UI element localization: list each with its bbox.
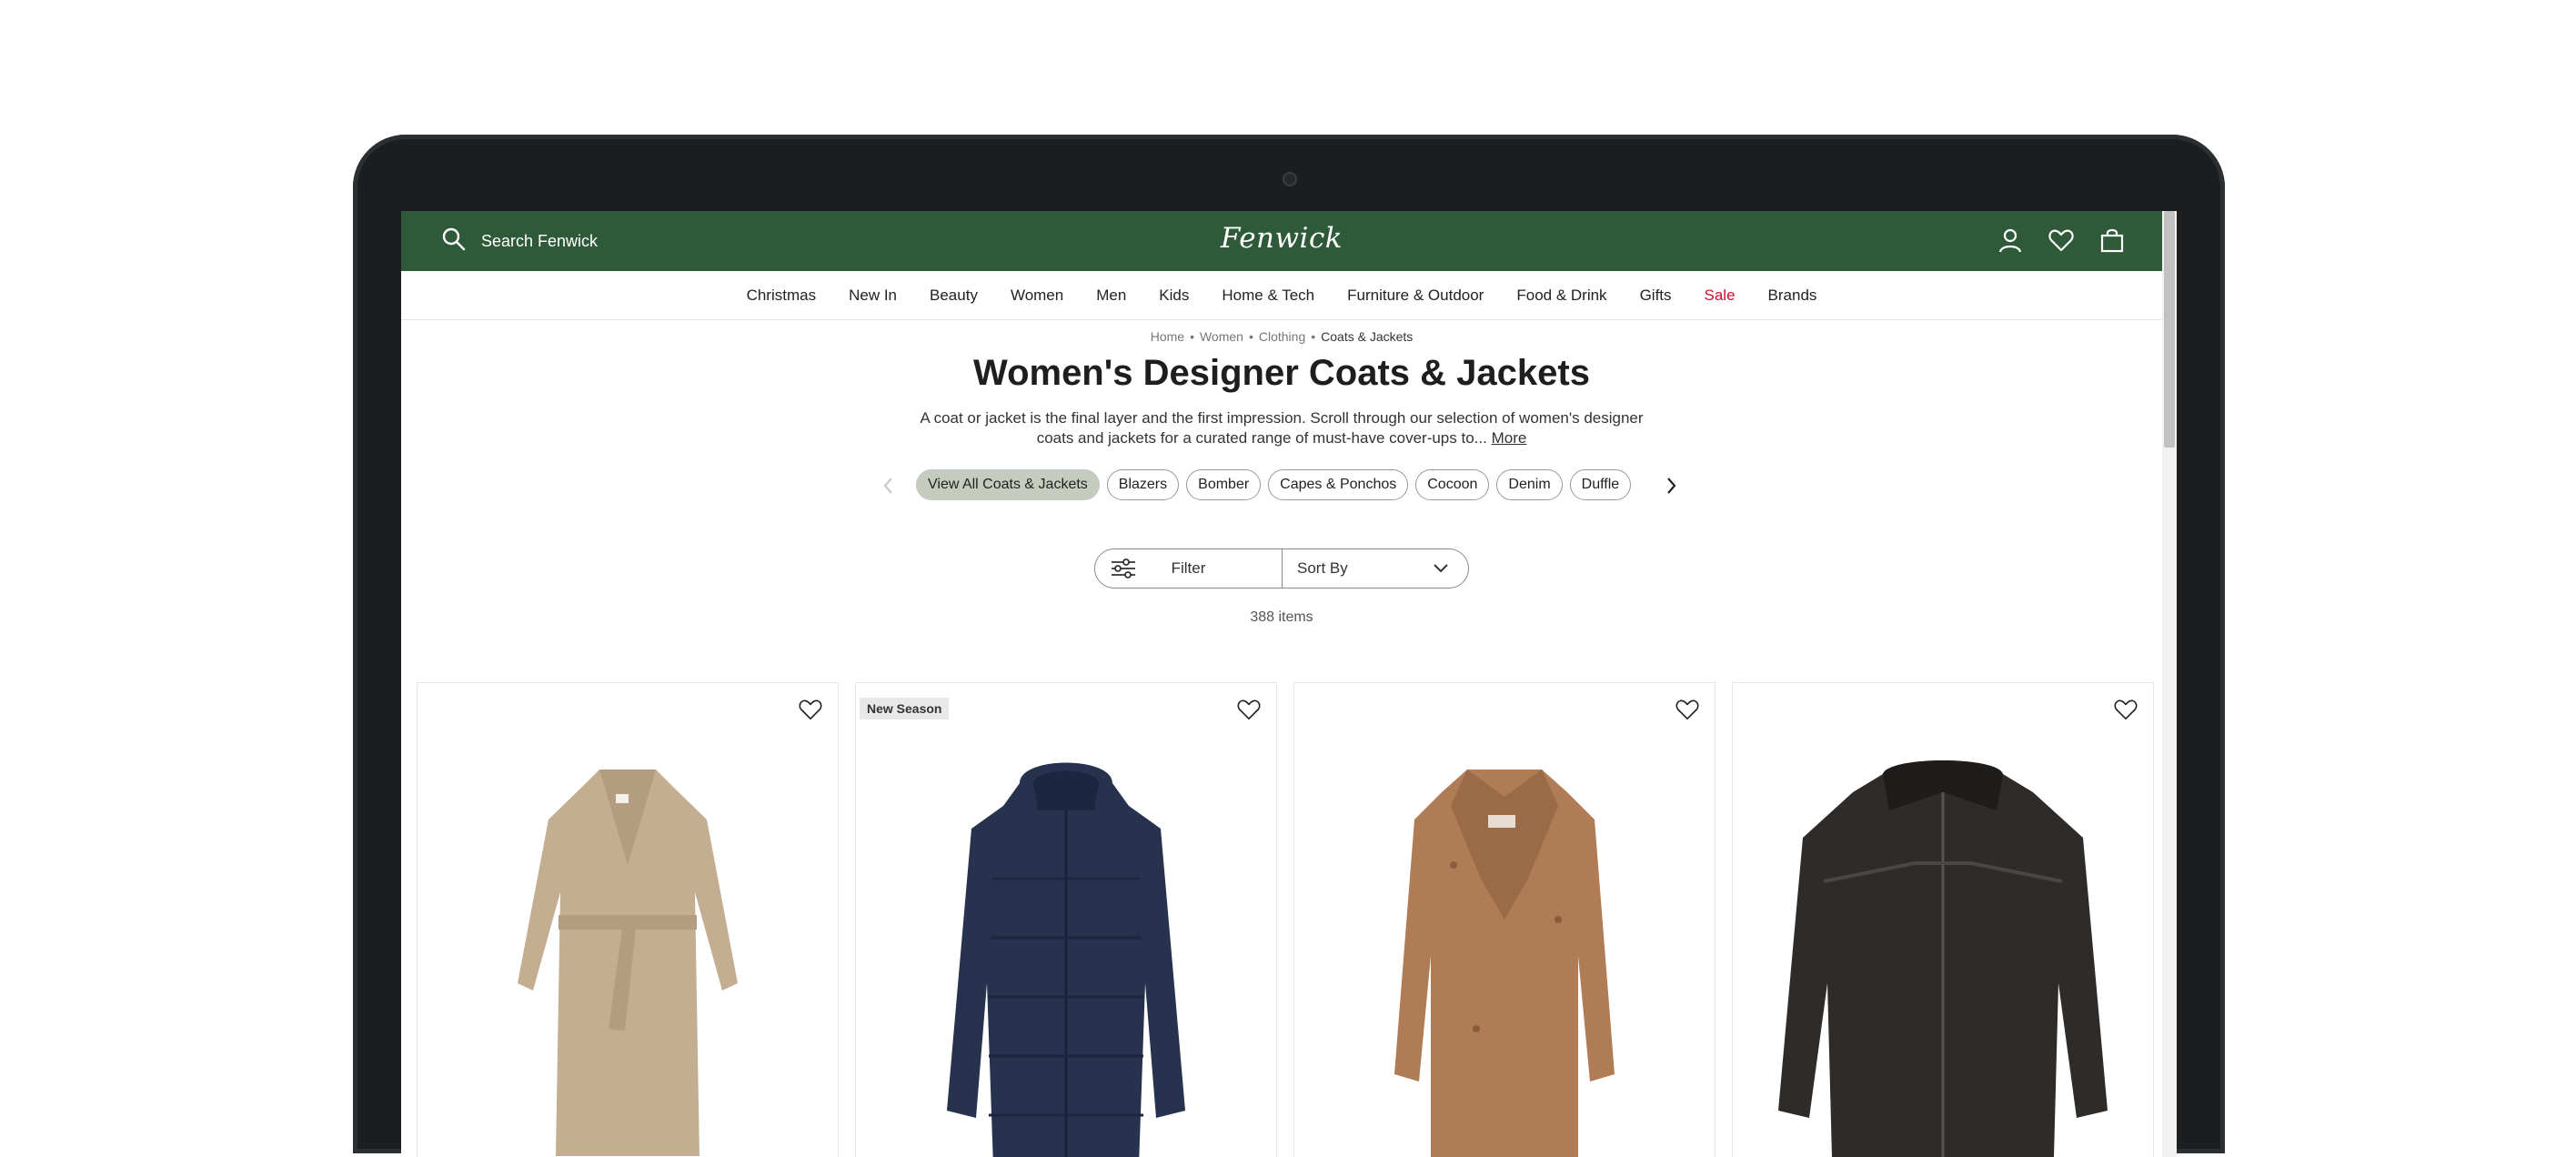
nav-item-kids[interactable]: Kids <box>1142 287 1205 305</box>
header-actions <box>1997 226 2126 254</box>
site-header: Search Fenwick Fenwick <box>401 211 2162 271</box>
wrap-coat-image[interactable] <box>418 683 838 1157</box>
breadcrumb: Home • Women • Clothing • Coats & Jackets <box>1150 329 1414 344</box>
browser-screen: Search Fenwick Fenwick Christmas New In … <box>401 211 2177 1157</box>
teddy-coat-image[interactable] <box>1294 683 1715 1157</box>
breadcrumb-home[interactable]: Home <box>1151 329 1184 344</box>
breadcrumb-current: Coats & Jackets <box>1321 329 1414 344</box>
wishlist-heart-icon[interactable] <box>798 698 823 721</box>
nav-item-new-in[interactable]: New In <box>832 287 913 305</box>
product-grid: New Season <box>417 682 2154 1157</box>
chevron-down-icon <box>1434 564 1448 573</box>
chip-denim[interactable]: Denim <box>1496 469 1563 500</box>
nav-item-brands[interactable]: Brands <box>1752 287 1834 305</box>
chip-duffle[interactable]: Duffle <box>1569 469 1632 500</box>
nav-item-beauty[interactable]: Beauty <box>913 287 994 305</box>
shearling-jacket-image[interactable] <box>1733 683 2153 1157</box>
page-title: Women's Designer Coats & Jackets <box>973 353 1590 393</box>
nav-item-home-tech[interactable]: Home & Tech <box>1205 287 1331 305</box>
description-text: A coat or jacket is the final layer and … <box>920 409 1644 447</box>
product-card[interactable] <box>417 682 839 1157</box>
main-navigation: Christmas New In Beauty Women Men Kids H… <box>401 271 2162 320</box>
page-scrollbar[interactable] <box>2162 211 2177 1157</box>
sort-dropdown[interactable]: Sort By <box>1283 549 1468 588</box>
nav-item-women[interactable]: Women <box>994 287 1080 305</box>
puffer-jacket-image[interactable] <box>856 683 1276 1157</box>
wishlist-heart-icon[interactable] <box>1236 698 1262 721</box>
wishlist-heart-icon[interactable] <box>2048 226 2075 254</box>
nav-item-sale[interactable]: Sale <box>1688 287 1752 305</box>
more-link[interactable]: More <box>1492 429 1527 447</box>
category-chips: View All Coats & Jackets Blazers Bomber Cap… <box>916 469 1645 502</box>
filter-sort-bar: Filter Sort By <box>1094 548 1469 589</box>
breadcrumb-women[interactable]: Women <box>1200 329 1243 344</box>
nav-item-christmas[interactable]: Christmas <box>730 287 833 305</box>
product-card[interactable]: New Season <box>855 682 1277 1157</box>
laptop-frame: Search Fenwick Fenwick Christmas New In … <box>353 135 2225 1157</box>
wishlist-heart-icon[interactable] <box>1675 698 1700 721</box>
nav-item-furniture-outdoor[interactable]: Furniture & Outdoor <box>1331 287 1500 305</box>
chip-capes-ponchos[interactable]: Capes & Ponchos <box>1268 469 1409 500</box>
wishlist-heart-icon[interactable] <box>2113 698 2138 721</box>
account-icon[interactable] <box>1997 226 2024 254</box>
shopping-bag-icon[interactable] <box>2098 226 2126 254</box>
sort-label: Sort By <box>1297 559 1348 577</box>
filter-label: Filter <box>1171 559 1206 577</box>
product-card[interactable] <box>1293 682 1716 1157</box>
new-season-badge: New Season <box>860 698 950 719</box>
camera-icon <box>1283 172 1297 186</box>
filter-button[interactable]: Filter <box>1095 549 1283 588</box>
breadcrumb-clothing[interactable]: Clothing <box>1259 329 1305 344</box>
chip-view-all[interactable]: View All Coats & Jackets <box>916 469 1100 500</box>
nav-item-men[interactable]: Men <box>1080 287 1142 305</box>
chip-cocoon[interactable]: Cocoon <box>1415 469 1490 500</box>
chevron-right-icon[interactable] <box>1662 473 1680 498</box>
nav-item-food-drink[interactable]: Food & Drink <box>1500 287 1623 305</box>
chevron-left-icon[interactable] <box>880 473 898 498</box>
chip-bomber[interactable]: Bomber <box>1186 469 1262 500</box>
item-count: 388 items <box>1250 609 1313 625</box>
page-description: A coat or jacket is the final layer and … <box>918 408 1645 448</box>
product-card[interactable] <box>1732 682 2154 1157</box>
scrollbar-thumb[interactable] <box>2164 211 2175 448</box>
nav-item-gifts[interactable]: Gifts <box>1624 287 1688 305</box>
fenwick-logo[interactable]: Fenwick <box>401 222 2162 255</box>
chip-blazers[interactable]: Blazers <box>1106 469 1180 500</box>
